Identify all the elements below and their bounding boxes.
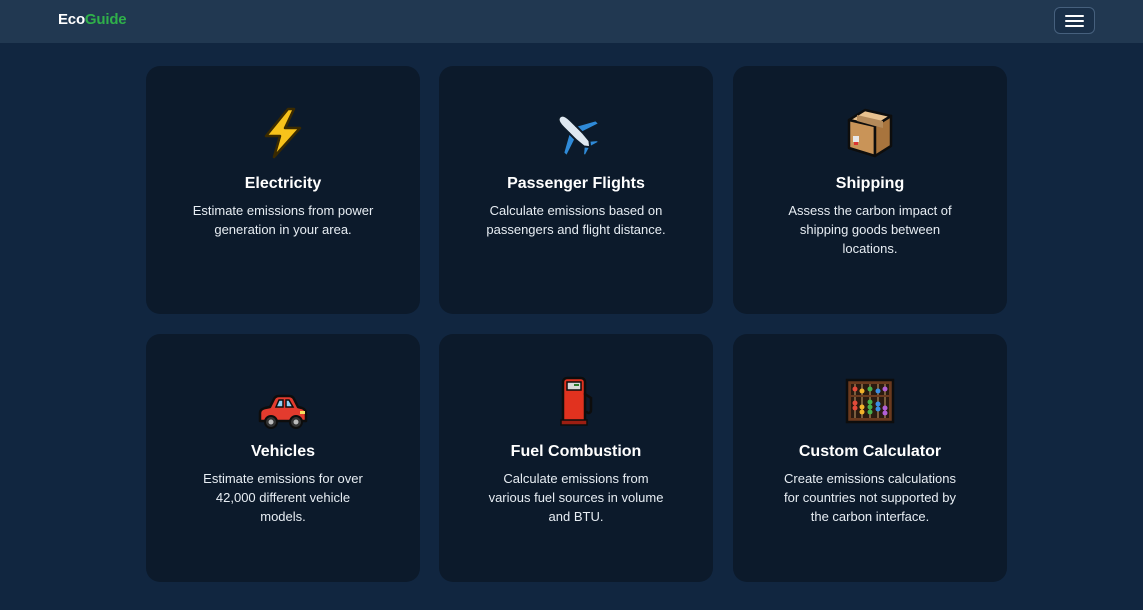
card-description: Calculate emissions from various fuel so… — [456, 469, 696, 526]
card-passenger-flights[interactable]: Passenger Flights Calculate emissions ba… — [439, 66, 713, 314]
fuel-pump-icon — [439, 374, 713, 428]
hamburger-menu-icon — [1065, 25, 1084, 27]
desc-line: Estimate emissions from power — [192, 203, 374, 218]
card-vehicles[interactable]: Vehicles Estimate emissions for over 42,… — [146, 334, 420, 582]
desc-line: the carbon interface. — [810, 509, 930, 524]
desc-line: Calculate emissions based on — [489, 203, 663, 218]
card-title: Custom Calculator — [798, 443, 942, 460]
hamburger-menu-icon — [1065, 15, 1084, 17]
desc-line: locations. — [842, 241, 898, 256]
card-description: Assess the carbon impact of shipping goo… — [750, 201, 990, 258]
desc-line: shipping goods between — [799, 222, 941, 237]
card-title: Electricity — [244, 175, 322, 192]
abacus-icon — [733, 374, 1007, 428]
lightning-bolt-icon — [146, 106, 420, 160]
desc-line: various fuel sources in volume — [488, 490, 664, 505]
desc-line: models. — [260, 509, 306, 524]
card-description: Create emissions calculations for countr… — [750, 469, 990, 526]
card-custom-calculator[interactable]: Custom Calculator Create emissions calcu… — [733, 334, 1007, 582]
desc-line: for countries not supported by — [784, 490, 956, 505]
desc-line: 42,000 different vehicle — [215, 490, 351, 505]
desc-line: passengers and flight distance. — [486, 222, 666, 237]
desc-line: and BTU. — [548, 509, 604, 524]
card-shipping[interactable]: Shipping Assess the carbon impact of shi… — [733, 66, 1007, 314]
car-icon — [146, 383, 420, 437]
brand-name-first: Eco — [58, 11, 85, 28]
card-title: Shipping — [835, 175, 905, 192]
navbar: EcoGuide — [0, 0, 1143, 43]
airplane-icon — [439, 106, 713, 160]
package-box-icon — [733, 106, 1007, 160]
desc-line: Estimate emissions for over — [203, 471, 363, 486]
card-title: Passenger Flights — [507, 175, 645, 192]
card-title: Fuel Combustion — [510, 443, 642, 460]
desc-line: Calculate emissions from — [503, 471, 649, 486]
hamburger-menu-button[interactable] — [1054, 7, 1095, 34]
card-description: Calculate emissions based on passengers … — [456, 201, 696, 239]
brand-name-second: Guide — [84, 11, 127, 28]
card-electricity[interactable]: Electricity Estimate emissions from powe… — [146, 66, 420, 314]
card-fuel-combustion[interactable]: Fuel Combustion Calculate emissions from… — [439, 334, 713, 582]
desc-line: generation in your area. — [214, 222, 352, 237]
card-title: Vehicles — [250, 443, 316, 460]
brand-logo[interactable]: EcoGuide — [58, 11, 127, 28]
card-description: Estimate emissions for over 42,000 diffe… — [163, 469, 403, 526]
desc-line: Create emissions calculations — [784, 471, 956, 486]
desc-line: Assess the carbon impact of — [788, 203, 952, 218]
card-description: Estimate emissions from power generation… — [163, 201, 403, 239]
hamburger-menu-icon — [1065, 20, 1084, 22]
